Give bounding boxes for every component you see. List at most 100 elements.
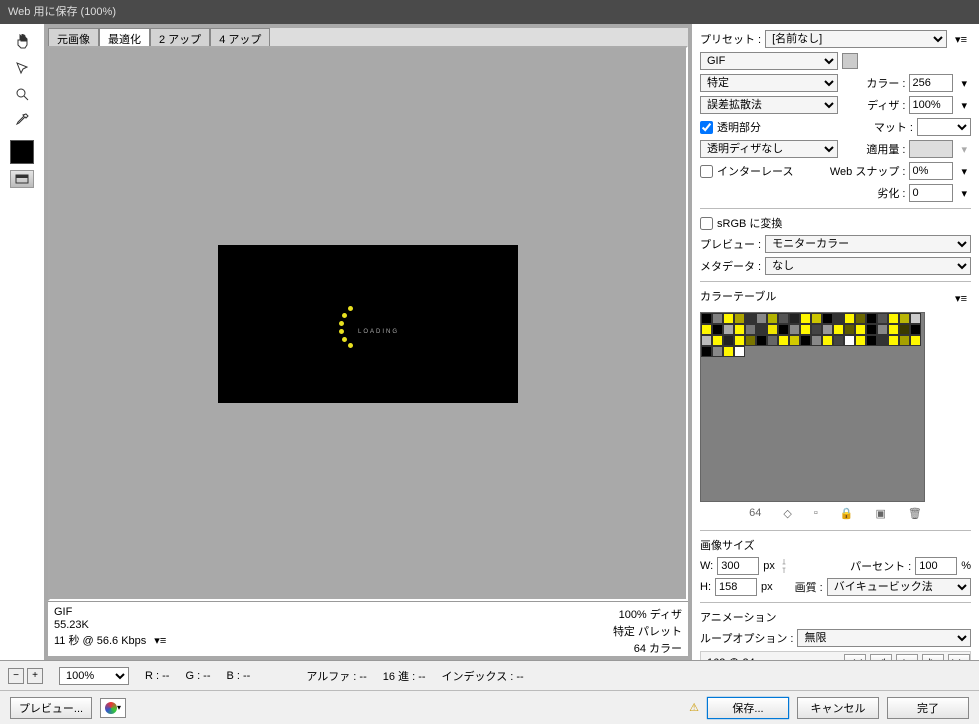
format-select[interactable]: GIF [700, 52, 838, 70]
color-swatch[interactable] [701, 346, 712, 357]
srgb-checkbox[interactable] [700, 217, 713, 230]
color-swatch[interactable] [877, 313, 888, 324]
color-swatch[interactable] [877, 324, 888, 335]
color-swatch[interactable] [756, 313, 767, 324]
color-swatch[interactable] [712, 313, 723, 324]
color-swatch[interactable] [877, 335, 888, 346]
color-swatch[interactable] [712, 346, 723, 357]
color-swatch[interactable] [811, 335, 822, 346]
lossy-input[interactable] [909, 184, 953, 202]
eyedropper-tool-icon[interactable] [9, 110, 35, 130]
color-swatch[interactable] [701, 313, 712, 324]
color-swatch[interactable] [866, 313, 877, 324]
color-swatch[interactable] [723, 324, 734, 335]
zoom-in-button[interactable]: + [27, 668, 43, 684]
ct-new-icon[interactable]: ▣ [875, 507, 885, 520]
color-swatch[interactable] [712, 324, 723, 335]
anim-play-button[interactable]: ▶ [896, 654, 918, 660]
slice-tool-icon[interactable] [9, 58, 35, 78]
color-swatch[interactable] [778, 313, 789, 324]
preset-select[interactable]: [名前なし] [765, 30, 947, 48]
ct-map-icon[interactable]: ▫ [814, 507, 818, 519]
color-swatch[interactable] [745, 324, 756, 335]
save-button[interactable]: 保存... [707, 697, 789, 719]
height-input[interactable] [715, 578, 757, 596]
color-table[interactable] [700, 312, 925, 502]
optimize-menu-icon[interactable] [842, 53, 858, 69]
color-swatch[interactable] [745, 335, 756, 346]
preview-profile-select[interactable]: モニターカラー [765, 235, 971, 253]
color-swatch[interactable] [855, 335, 866, 346]
color-swatch[interactable] [844, 335, 855, 346]
tab-original[interactable]: 元画像 [48, 28, 99, 46]
color-swatch[interactable] [833, 324, 844, 335]
color-swatch[interactable] [844, 324, 855, 335]
color-swatch[interactable] [910, 335, 921, 346]
color-swatch[interactable] [789, 324, 800, 335]
color-swatch[interactable] [899, 324, 910, 335]
reduction-select[interactable]: 特定 [700, 74, 838, 92]
color-swatch[interactable] [800, 324, 811, 335]
preview-button[interactable]: プレビュー... [10, 697, 92, 719]
color-swatch[interactable] [866, 335, 877, 346]
color-swatch[interactable] [800, 335, 811, 346]
colors-input[interactable] [909, 74, 953, 92]
color-swatch[interactable] [822, 335, 833, 346]
transparency-checkbox[interactable] [700, 121, 713, 134]
color-swatch[interactable] [767, 335, 778, 346]
quality-select[interactable]: バイキュービック法 [827, 578, 971, 596]
tab-4up[interactable]: 4 アップ [210, 28, 270, 46]
browser-preview-icon[interactable]: ▾ [100, 698, 126, 718]
color-swatch[interactable] [899, 335, 910, 346]
tab-2up[interactable]: 2 アップ [150, 28, 210, 46]
lossy-stepper-icon[interactable]: ▾ [957, 187, 971, 200]
hand-tool-icon[interactable] [9, 32, 35, 52]
color-swatch[interactable] [899, 313, 910, 324]
color-swatch[interactable] [866, 324, 877, 335]
color-swatch[interactable] [833, 313, 844, 324]
metadata-select[interactable]: なし [765, 257, 971, 275]
color-swatch[interactable] [734, 346, 745, 357]
color-swatch[interactable] [723, 335, 734, 346]
dither-input[interactable] [909, 96, 953, 114]
zoom-out-button[interactable]: − [8, 668, 24, 684]
color-swatch[interactable] [789, 313, 800, 324]
cancel-button[interactable]: キャンセル [797, 697, 879, 719]
color-swatch[interactable] [745, 313, 756, 324]
color-swatch[interactable] [800, 313, 811, 324]
color-swatch[interactable] [789, 335, 800, 346]
color-swatch[interactable] [844, 313, 855, 324]
color-swatch[interactable] [778, 324, 789, 335]
color-swatch[interactable] [767, 313, 778, 324]
color-swatch[interactable] [888, 335, 899, 346]
link-icon[interactable] [779, 559, 789, 573]
percent-input[interactable] [915, 557, 957, 575]
color-swatch[interactable] [822, 324, 833, 335]
timing-menu-icon[interactable]: ▾≡ [150, 634, 170, 647]
color-swatch[interactable] [855, 313, 866, 324]
color-swatch[interactable] [910, 324, 921, 335]
color-swatch[interactable] [888, 313, 899, 324]
zoom-select[interactable]: 100% [59, 667, 129, 685]
color-swatch[interactable] [756, 335, 767, 346]
colors-stepper-icon[interactable]: ▾ [957, 77, 971, 90]
color-swatch[interactable] [723, 346, 734, 357]
trans-dither-select[interactable]: 透明ディザなし [700, 140, 838, 158]
color-swatch[interactable] [767, 324, 778, 335]
zoom-tool-icon[interactable] [9, 84, 35, 104]
color-swatch[interactable] [701, 335, 712, 346]
ct-snap-icon[interactable]: ◇ [783, 507, 791, 520]
ct-lock-icon[interactable]: 🔒 [840, 507, 854, 520]
tab-optimized[interactable]: 最適化 [99, 28, 150, 46]
color-swatch[interactable] [756, 324, 767, 335]
color-swatch[interactable] [822, 313, 833, 324]
color-swatch[interactable] [734, 335, 745, 346]
anim-first-button[interactable]: ◀◀ [844, 654, 866, 660]
eyedropper-color-swatch[interactable] [10, 140, 34, 164]
colortable-menu-icon[interactable]: ▾≡ [951, 292, 971, 305]
color-swatch[interactable] [910, 313, 921, 324]
color-swatch[interactable] [712, 335, 723, 346]
interlace-checkbox[interactable] [700, 165, 713, 178]
color-swatch[interactable] [811, 324, 822, 335]
color-swatch[interactable] [734, 313, 745, 324]
